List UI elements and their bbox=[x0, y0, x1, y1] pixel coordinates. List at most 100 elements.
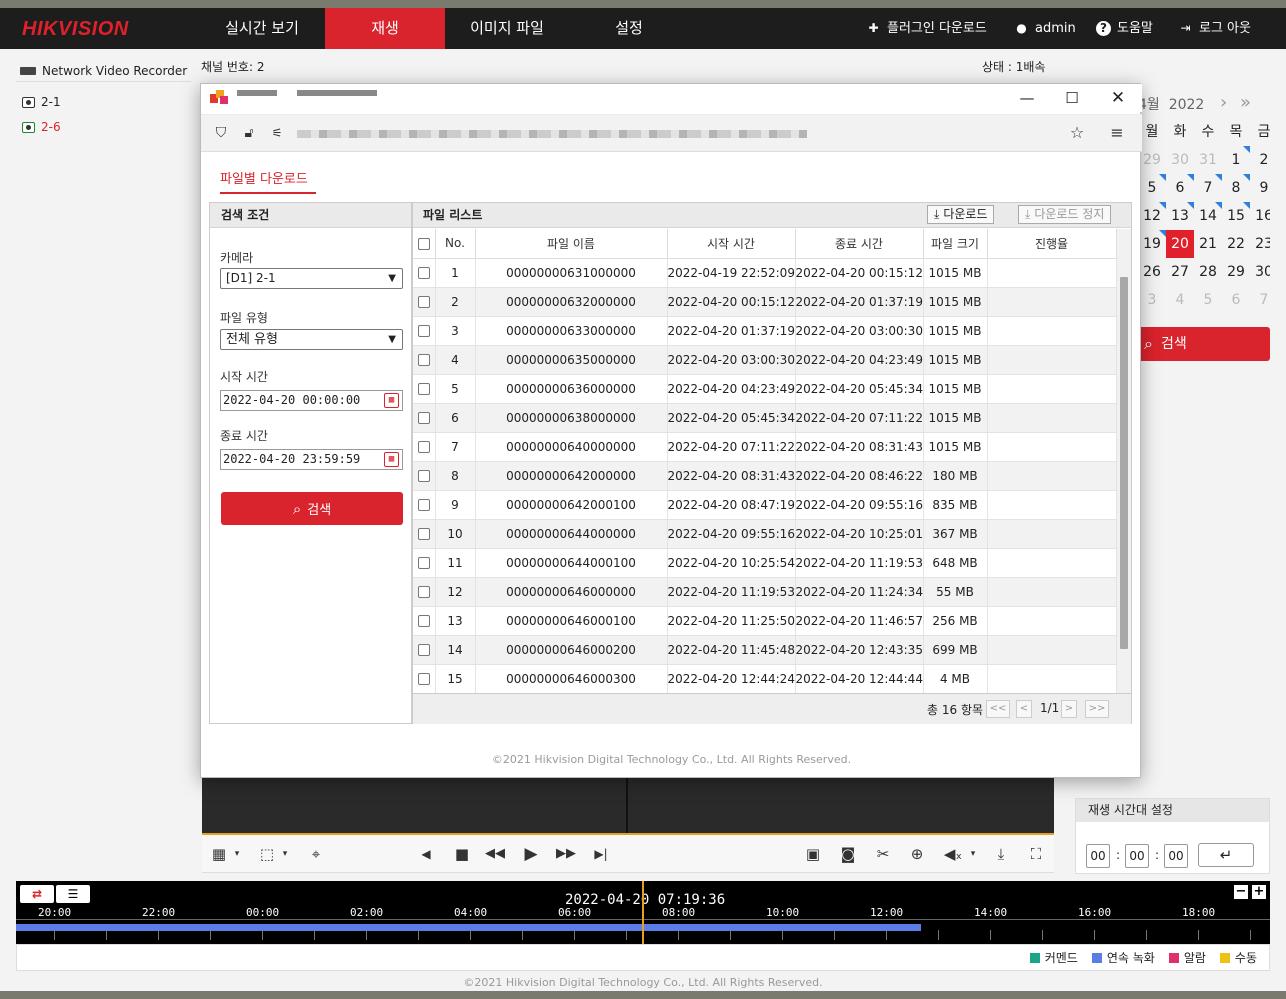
next-month-icon[interactable]: › bbox=[1220, 92, 1227, 113]
chevron-down-icon[interactable]: ▾ bbox=[962, 843, 984, 865]
slow-down-icon[interactable]: ◀◀ bbox=[484, 843, 506, 865]
bookmark-star-icon[interactable]: ☆ bbox=[1068, 124, 1086, 142]
calendar-day[interactable]: 15 bbox=[1222, 202, 1250, 230]
minute-input[interactable]: 00 bbox=[1125, 844, 1149, 868]
calendar-day[interactable]: 22 bbox=[1222, 230, 1250, 258]
calendar-day[interactable]: 23 bbox=[1250, 230, 1270, 258]
row-checkbox[interactable] bbox=[417, 615, 430, 627]
table-row[interactable]: 11 00000000644000100 2022-04-20 10:25:54 20… bbox=[413, 548, 1117, 578]
file-type-select[interactable]: 전체 유형 ▼ bbox=[220, 329, 403, 350]
row-checkbox[interactable] bbox=[417, 644, 430, 656]
user-menu[interactable]: ● admin bbox=[1014, 8, 1075, 49]
download-button[interactable]: ⤓ 다운로드 bbox=[927, 205, 995, 224]
table-row[interactable]: 2 00000000632000000 2022-04-20 00:15:12 202… bbox=[413, 287, 1117, 317]
fast-forward-icon[interactable]: ▶▶ bbox=[555, 843, 577, 865]
last-page-button[interactable]: >> bbox=[1085, 700, 1109, 718]
calendar-icon[interactable]: ▦ bbox=[384, 393, 399, 408]
shield-icon[interactable]: ⛉ bbox=[212, 124, 230, 142]
tab-download-by-file[interactable]: 파일별 다운로드 bbox=[220, 168, 316, 194]
next-page-button[interactable]: > bbox=[1061, 700, 1077, 718]
calendar-day[interactable]: 7 bbox=[1194, 174, 1222, 202]
table-row[interactable]: 4 00000000635000000 2022-04-20 03:00:30 202… bbox=[413, 345, 1117, 375]
table-row[interactable]: 10 00000000644000000 2022-04-20 09:55:16 20… bbox=[413, 519, 1117, 549]
calendar-day[interactable]: 30 bbox=[1250, 258, 1270, 286]
calendar-day[interactable]: 12 bbox=[1138, 202, 1166, 230]
help-link[interactable]: ? 도움말 bbox=[1096, 8, 1153, 49]
camera-item-2-6[interactable]: 2-6 bbox=[16, 115, 191, 140]
table-row[interactable]: 6 00000000638000000 2022-04-20 05:45:34 202… bbox=[413, 403, 1117, 433]
calendar-day[interactable]: 4 bbox=[1166, 286, 1194, 314]
calendar-day[interactable]: 3 bbox=[1138, 286, 1166, 314]
calendar-day[interactable]: 5 bbox=[1138, 174, 1166, 202]
calendar-day[interactable]: 16 bbox=[1250, 202, 1270, 230]
first-page-button[interactable]: << bbox=[986, 700, 1010, 718]
search-button[interactable]: ⌕ 검색 bbox=[221, 492, 403, 525]
calendar-day[interactable]: 5 bbox=[1194, 286, 1222, 314]
table-row[interactable]: 8 00000000642000000 2022-04-20 08:31:43 202… bbox=[413, 461, 1117, 491]
close-icon[interactable]: ✕ bbox=[1103, 88, 1133, 108]
menu-icon[interactable]: ≡ bbox=[1108, 124, 1126, 142]
start-time-input[interactable]: 2022-04-20 00:00:00 ▦ bbox=[220, 390, 403, 411]
timeline-zoom-out-icon[interactable]: − bbox=[1234, 885, 1248, 899]
timeline-scale-button[interactable]: ⇄ bbox=[20, 885, 54, 903]
logout-link[interactable]: ⇥ 로그 아웃 bbox=[1178, 8, 1251, 49]
end-time-input[interactable]: 2022-04-20 23:59:59 ▦ bbox=[220, 449, 403, 470]
insecure-lock-icon[interactable]: 🔓︎ bbox=[240, 124, 258, 142]
calendar-day[interactable]: 27 bbox=[1166, 258, 1194, 286]
table-row[interactable]: 14 00000000646000200 2022-04-20 11:45:48 20… bbox=[413, 635, 1117, 665]
calendar-day[interactable]: 2 bbox=[1250, 146, 1270, 174]
calendar-day[interactable]: 29 bbox=[1138, 146, 1166, 174]
calendar-day[interactable]: 20 bbox=[1166, 230, 1194, 258]
fullscreen-icon[interactable]: ⛶ bbox=[1025, 843, 1047, 865]
table-row[interactable]: 9 00000000642000100 2022-04-20 08:47:19 202… bbox=[413, 490, 1117, 520]
reverse-play-icon[interactable]: ◀ bbox=[415, 843, 437, 865]
chevron-down-icon[interactable]: ▾ bbox=[274, 843, 296, 865]
table-row[interactable]: 7 00000000640000000 2022-04-20 07:11:22 202… bbox=[413, 432, 1117, 462]
row-checkbox[interactable] bbox=[417, 673, 430, 685]
calendar-day[interactable]: 6 bbox=[1166, 174, 1194, 202]
camera-item-2-1[interactable]: 2-1 bbox=[16, 90, 191, 115]
calendar-day[interactable]: 30 bbox=[1166, 146, 1194, 174]
minimize-icon[interactable]: — bbox=[1012, 88, 1042, 108]
calendar-day[interactable]: 26 bbox=[1138, 258, 1166, 286]
row-checkbox[interactable] bbox=[417, 586, 430, 598]
row-checkbox[interactable] bbox=[417, 557, 430, 569]
row-checkbox[interactable] bbox=[417, 499, 430, 511]
row-checkbox[interactable] bbox=[417, 383, 430, 395]
row-checkbox[interactable] bbox=[417, 296, 430, 308]
row-checkbox[interactable] bbox=[417, 441, 430, 453]
table-row[interactable]: 13 00000000646000100 2022-04-20 11:25:50 20… bbox=[413, 606, 1117, 636]
stop-all-icon[interactable]: ▣ bbox=[802, 843, 824, 865]
playback-timeline[interactable]: ⇄ ☰ 2022-04-20 07:19:36 20:00 22:00 00:00 0… bbox=[16, 881, 1270, 944]
hour-input[interactable]: 00 bbox=[1086, 844, 1110, 868]
table-row[interactable]: 3 00000000633000000 2022-04-20 01:37:19 202… bbox=[413, 316, 1117, 346]
play-icon[interactable]: ▶ bbox=[520, 843, 542, 865]
stop-icon[interactable]: ■ bbox=[451, 843, 473, 865]
calendar-day[interactable]: 19 bbox=[1138, 230, 1166, 258]
row-checkbox[interactable] bbox=[417, 412, 430, 424]
chevron-down-icon[interactable]: ▾ bbox=[226, 843, 248, 865]
redacted-url-field[interactable] bbox=[297, 130, 807, 138]
calendar-day[interactable]: 31 bbox=[1194, 146, 1222, 174]
camera-select[interactable]: [D1] 2-1 ▼ bbox=[220, 268, 403, 289]
scrollbar-thumb[interactable] bbox=[1120, 277, 1128, 649]
row-checkbox[interactable] bbox=[417, 325, 430, 337]
calendar-day[interactable]: 14 bbox=[1194, 202, 1222, 230]
enter-time-button[interactable]: ↵ bbox=[1198, 843, 1254, 867]
tab-playback[interactable]: 재생 bbox=[325, 8, 445, 49]
tab-settings[interactable]: 설정 bbox=[569, 8, 689, 49]
row-checkbox[interactable] bbox=[417, 267, 430, 279]
timeline-zoom-in-icon[interactable]: + bbox=[1252, 885, 1266, 899]
calendar-day[interactable]: 21 bbox=[1194, 230, 1222, 258]
sync-playback-icon[interactable]: ⌖ bbox=[305, 843, 327, 865]
camera-capture-icon[interactable]: ◙ bbox=[837, 843, 859, 865]
second-input[interactable]: 00 bbox=[1164, 844, 1188, 868]
table-row[interactable]: 1 00000000631000000 2022-04-19 22:52:09 202… bbox=[413, 258, 1117, 288]
timeline-cursor[interactable] bbox=[642, 881, 644, 944]
digital-zoom-icon[interactable]: ⊕ bbox=[906, 843, 928, 865]
table-row[interactable]: 5 00000000636000000 2022-04-20 04:23:49 202… bbox=[413, 374, 1117, 404]
select-all-checkbox[interactable] bbox=[417, 237, 430, 250]
tab-image-files[interactable]: 이미지 파일 bbox=[447, 8, 567, 49]
table-row[interactable]: 12 00000000646000000 2022-04-20 11:19:53 20… bbox=[413, 577, 1117, 607]
calendar-day[interactable]: 8 bbox=[1222, 174, 1250, 202]
